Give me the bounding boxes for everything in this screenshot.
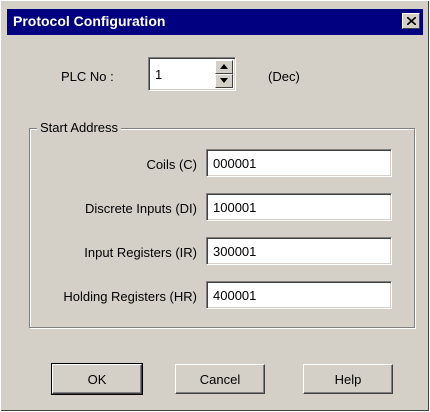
cancel-button[interactable]: Cancel [175, 364, 265, 394]
input-registers-field[interactable] [206, 237, 392, 265]
plc-no-unit: (Dec) [268, 69, 300, 84]
close-button[interactable] [402, 13, 420, 29]
coils-label: Coils (C) [146, 157, 197, 172]
arrow-up-icon [220, 64, 228, 69]
discrete-inputs-input[interactable] [213, 194, 387, 220]
ok-button[interactable]: OK [51, 363, 143, 395]
spin-down-button[interactable] [215, 74, 233, 88]
close-icon [407, 17, 416, 25]
input-registers-input[interactable] [213, 238, 387, 264]
coils-field[interactable] [206, 149, 392, 177]
plc-no-spinner[interactable] [148, 57, 236, 91]
plc-no-input[interactable] [155, 58, 215, 90]
holding-registers-field[interactable] [206, 281, 392, 309]
holding-registers-input[interactable] [213, 282, 387, 308]
title-bar: Protocol Configuration [7, 9, 423, 35]
discrete-inputs-label: Discrete Inputs (DI) [85, 201, 197, 216]
spin-up-button[interactable] [215, 60, 233, 74]
start-address-group-title: Start Address [37, 120, 122, 135]
discrete-inputs-field[interactable] [206, 193, 392, 221]
plc-no-label: PLC No : [61, 69, 114, 84]
arrow-down-icon [220, 78, 228, 83]
protocol-configuration-dialog: Protocol Configuration PLC No : (Dec) St… [0, 0, 430, 412]
input-registers-label: Input Registers (IR) [84, 245, 197, 260]
holding-registers-label: Holding Registers (HR) [63, 289, 197, 304]
coils-input[interactable] [213, 150, 387, 176]
help-button[interactable]: Help [303, 364, 393, 394]
window-title: Protocol Configuration [13, 13, 166, 29]
